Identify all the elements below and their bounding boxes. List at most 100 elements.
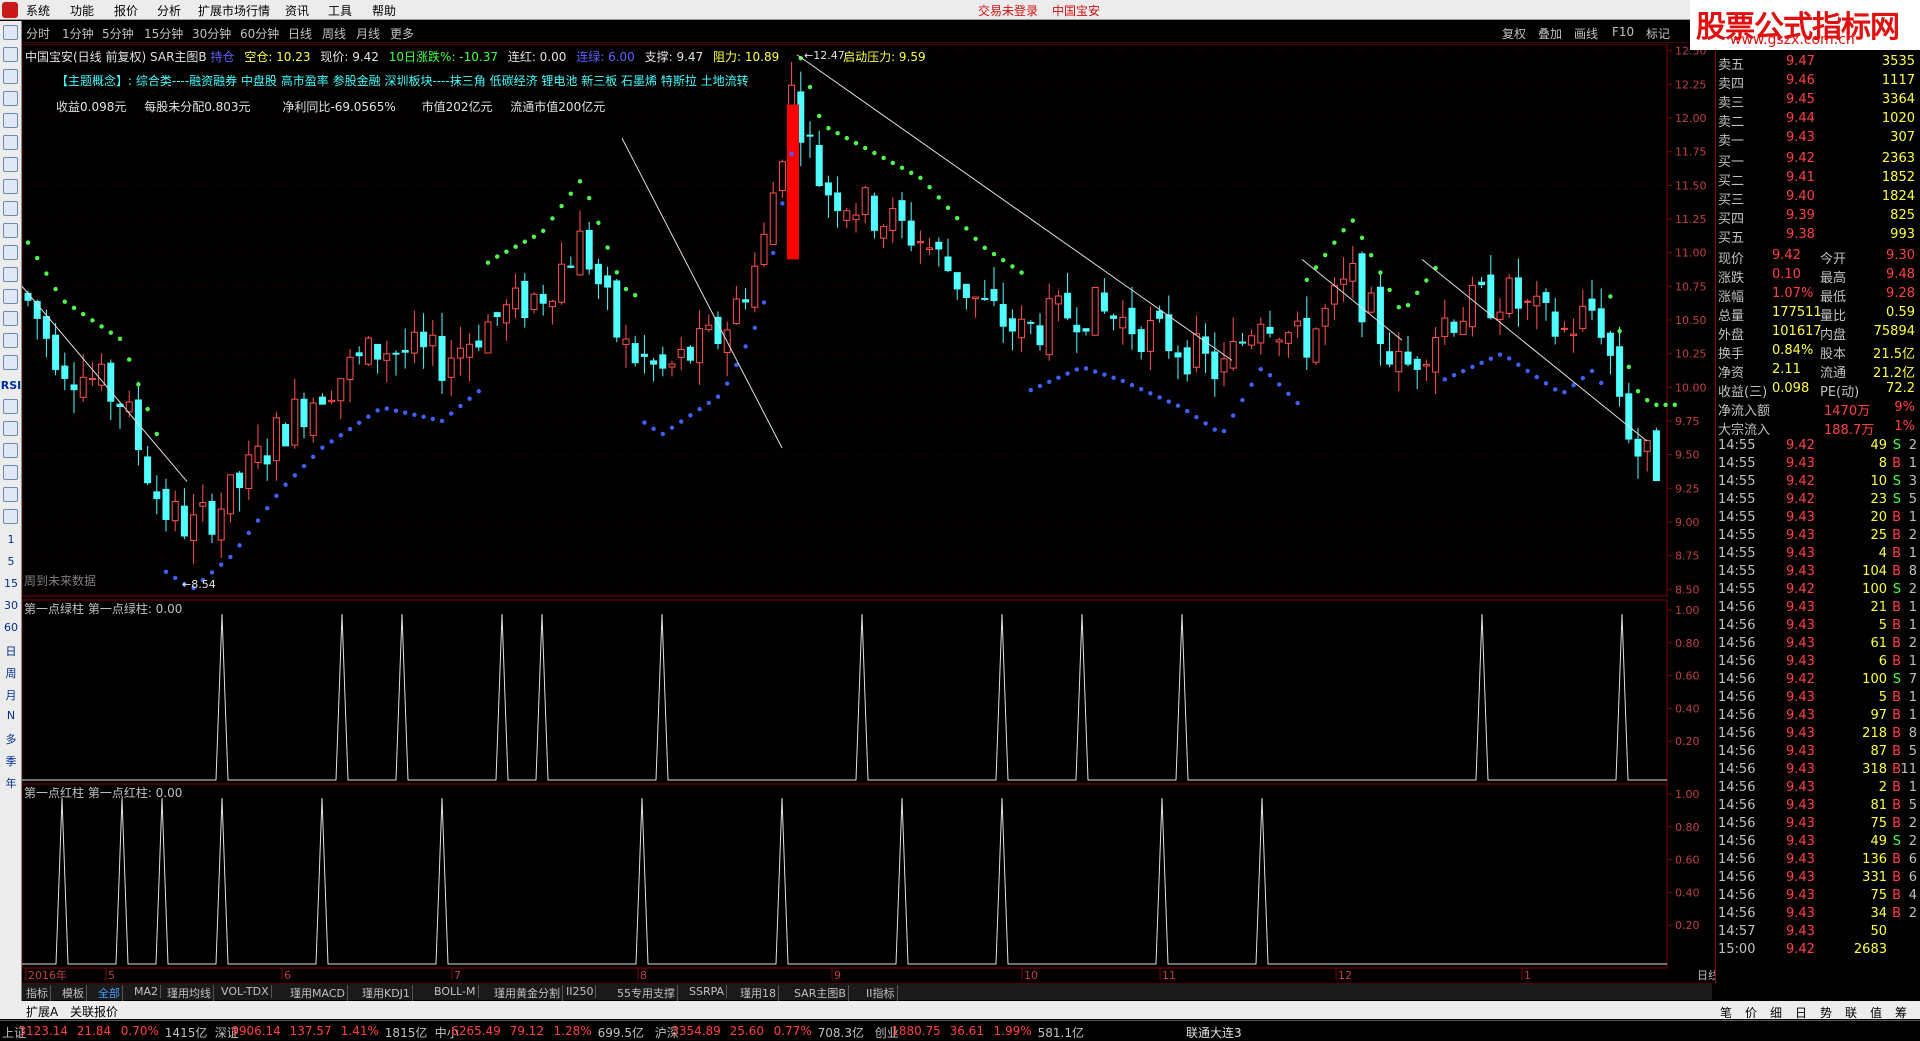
server-status[interactable]: 联通大连3 xyxy=(1186,1024,1242,1041)
copy-icon[interactable] xyxy=(3,509,18,524)
period-tab-30min[interactable]: 30分钟 xyxy=(192,25,231,42)
indicator-tab[interactable]: 瑾用KDJ1 xyxy=(360,985,413,1001)
restore-rights-button[interactable]: 复权 xyxy=(1502,25,1526,42)
indicator-tab[interactable]: II250 xyxy=(564,985,597,998)
period-tab-60min[interactable]: 60分钟 xyxy=(240,25,279,42)
indicator-tab[interactable]: 55专用支撑 xyxy=(615,985,678,1001)
indicator-tab[interactable]: 瑾用18 xyxy=(738,985,779,1001)
tick-row: 14:56 9.43 136 B 6 xyxy=(1716,852,1920,870)
period-day-button[interactable]: 日 xyxy=(0,643,22,659)
related-quote-tab[interactable]: 关联报价 xyxy=(70,1003,118,1020)
quote-tab[interactable]: 价 xyxy=(1745,1004,1757,1021)
eye-icon[interactable] xyxy=(3,465,18,480)
formula-icon[interactable] xyxy=(3,267,18,282)
quote-tab[interactable]: 联 xyxy=(1845,1004,1857,1021)
menu-tools[interactable]: 工具 xyxy=(328,2,352,19)
quote-tab[interactable]: 日 xyxy=(1795,1004,1807,1021)
period-week-button[interactable]: 周 xyxy=(0,665,22,681)
menu-analysis[interactable]: 分析 xyxy=(157,2,181,19)
line-chart-icon[interactable] xyxy=(3,135,18,150)
menu-function[interactable]: 功能 xyxy=(70,2,94,19)
overlay-button[interactable]: 叠加 xyxy=(1538,25,1562,42)
up-arrow-icon[interactable] xyxy=(3,25,18,40)
down-arrow-icon[interactable] xyxy=(3,47,18,62)
sar-dot xyxy=(568,191,573,196)
quote-tab[interactable]: 笔 xyxy=(1720,1004,1732,1021)
f10-icon[interactable] xyxy=(3,201,18,216)
tick-count: 7 xyxy=(1908,672,1917,687)
period-tab-week[interactable]: 周线 xyxy=(322,25,346,42)
period-season-button[interactable]: 季 xyxy=(0,753,22,769)
period-tab-more[interactable]: 更多 xyxy=(390,25,414,42)
list-icon[interactable] xyxy=(3,113,18,128)
kline-icon[interactable] xyxy=(3,157,18,172)
zoom-icon[interactable] xyxy=(3,311,18,326)
document-icon[interactable] xyxy=(3,245,18,260)
sar-dot xyxy=(1599,380,1604,386)
period-tab-1min[interactable]: 1分钟 xyxy=(62,25,94,42)
period-tab-15min[interactable]: 15分钟 xyxy=(144,25,183,42)
indicator-tab[interactable]: II指标 xyxy=(864,985,898,1001)
indicator-tab[interactable]: BOLL-M xyxy=(432,985,479,998)
tick-price: 9.42 xyxy=(1786,582,1815,597)
period-month-button[interactable]: 月 xyxy=(0,687,22,703)
table-icon[interactable] xyxy=(3,91,18,106)
period-tab-month[interactable]: 月线 xyxy=(356,25,380,42)
mark-button[interactable]: 标记 xyxy=(1646,25,1670,42)
bar-chart-icon[interactable] xyxy=(3,179,18,194)
candle-body xyxy=(705,324,713,331)
quote-tab[interactable]: 细 xyxy=(1770,1004,1782,1021)
period-1-button[interactable]: 1 xyxy=(0,533,22,546)
panel2-tick-label: 1.00 xyxy=(1675,604,1700,617)
sar-dot xyxy=(1203,421,1208,426)
period-n-button[interactable]: N xyxy=(0,709,22,722)
indicator-tab[interactable]: 瑾用MACD xyxy=(288,985,348,1001)
indicator-tab[interactable]: 指标 xyxy=(24,985,51,1001)
indicator-tab[interactable]: SAR主图B xyxy=(792,985,849,1001)
dollar-icon[interactable] xyxy=(3,399,18,414)
period-15-button[interactable]: 15 xyxy=(0,577,22,590)
indicator-tab[interactable]: VOL-TDX xyxy=(219,985,272,998)
panel2-tick-label: 0.60 xyxy=(1675,670,1700,683)
menu-help[interactable]: 帮助 xyxy=(372,2,396,19)
sar-dot xyxy=(955,215,960,221)
settings-icon[interactable] xyxy=(3,289,18,304)
indicator-tab[interactable]: SSRPA xyxy=(687,985,728,998)
period-tab-intraday[interactable]: 分时 xyxy=(26,25,50,42)
move-icon[interactable] xyxy=(3,421,18,436)
stat-label: 换手 xyxy=(1718,347,1745,362)
period-tab-5min[interactable]: 5分钟 xyxy=(102,25,134,42)
quote-tab[interactable]: 值 xyxy=(1870,1004,1882,1021)
extension-a-tab[interactable]: 扩展A xyxy=(26,1003,58,1020)
period-60-button[interactable]: 60 xyxy=(0,621,22,634)
f10-button[interactable]: F10 xyxy=(1612,25,1634,39)
period-year-button[interactable]: 年 xyxy=(0,775,22,791)
sar-dot xyxy=(1396,305,1402,310)
window-icon[interactable] xyxy=(3,333,18,348)
menu-system[interactable]: 系统 xyxy=(26,2,50,19)
period-30-button[interactable]: 30 xyxy=(0,599,22,612)
draw-line-button[interactable]: 画线 xyxy=(1574,25,1598,42)
f5-icon[interactable] xyxy=(3,487,18,502)
quote-tab[interactable]: 势 xyxy=(1820,1004,1832,1021)
indicator-tab[interactable]: 模板 xyxy=(60,985,87,1001)
pencil-icon[interactable] xyxy=(3,443,18,458)
menu-quote[interactable]: 报价 xyxy=(114,2,138,19)
menu-news[interactable]: 资讯 xyxy=(285,2,309,19)
menu-extended-market[interactable]: 扩展市场行情 xyxy=(198,2,270,19)
quote-tab[interactable]: 筹 xyxy=(1895,1004,1907,1021)
candle-body xyxy=(539,293,547,304)
login-notice[interactable]: 交易未登录 xyxy=(978,2,1038,19)
rsi-label[interactable]: RSI xyxy=(0,379,22,392)
kline-chart[interactable]: ←12.47 ←8.54 1.00 0.80 0.60 0.40 0.20 1.00 0.8… xyxy=(22,44,1715,984)
indicator-tab[interactable]: 瑾用黄金分割 xyxy=(492,985,563,1001)
indicator-tab[interactable]: 全部 xyxy=(96,985,123,1001)
indicator-tab[interactable]: 瑾用均线 xyxy=(165,985,214,1001)
indicator-tab[interactable]: MA2 xyxy=(132,985,162,998)
grid-icon[interactable] xyxy=(3,69,18,84)
period-5-button[interactable]: 5 xyxy=(0,555,22,568)
indicator-icon[interactable] xyxy=(3,355,18,370)
period-multi-button[interactable]: 多 xyxy=(0,731,22,747)
calendar-icon[interactable] xyxy=(3,223,18,238)
period-tab-day[interactable]: 日线 xyxy=(288,25,312,42)
